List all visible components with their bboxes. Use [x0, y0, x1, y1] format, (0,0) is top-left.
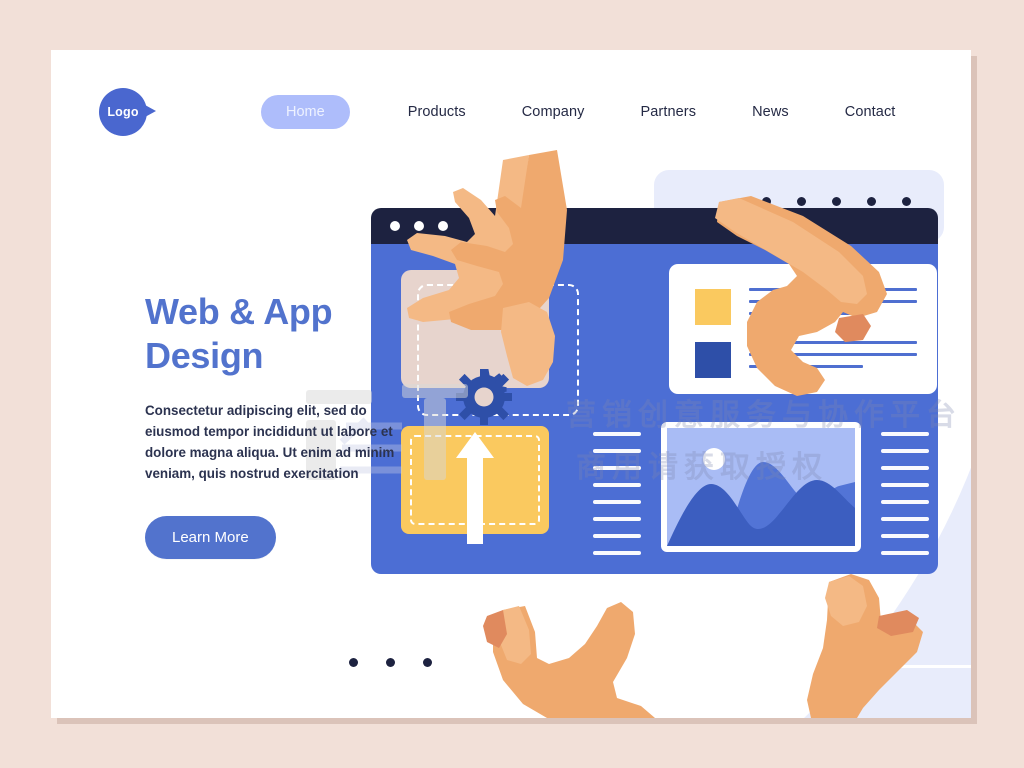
- text-line: [881, 483, 929, 487]
- text-line: [593, 432, 641, 436]
- page-title: Web & App Design: [145, 290, 395, 378]
- logo-badge[interactable]: Logo: [99, 88, 156, 136]
- top-navigation: Logo Home Products Company Partners News…: [51, 50, 971, 170]
- text-line: [593, 534, 641, 538]
- text-line: [593, 500, 641, 504]
- page-title-line1: Web & App: [145, 291, 333, 332]
- window-dot-minimize: [414, 221, 424, 231]
- text-line: [593, 551, 641, 555]
- nav-item-news[interactable]: News: [752, 104, 789, 120]
- text-line: [881, 466, 929, 470]
- browser-titlebar: [371, 208, 938, 244]
- text-line: [749, 312, 864, 315]
- screenshot-root: Logo Home Products Company Partners News…: [0, 0, 1024, 768]
- nav-item-contact[interactable]: Contact: [845, 104, 896, 120]
- text-line: [881, 449, 929, 453]
- image-thumbnail: [667, 428, 855, 546]
- landing-page-card: Logo Home Products Company Partners News…: [51, 50, 971, 718]
- gear-icon: [456, 369, 512, 425]
- text-line: [881, 534, 929, 538]
- image-module: [661, 422, 861, 552]
- hero-copy: Web & App Design Consectetur adipiscing …: [145, 290, 395, 559]
- text-line: [749, 353, 917, 356]
- panel-dot: [902, 197, 911, 206]
- learn-more-button[interactable]: Learn More: [145, 516, 276, 559]
- text-line: [593, 449, 641, 453]
- text-line: [749, 288, 917, 291]
- panel-dot: [797, 197, 806, 206]
- window-dot-close: [390, 221, 400, 231]
- back-panel-dots: [762, 197, 911, 206]
- text-line: [749, 300, 917, 303]
- panel-dot: [762, 197, 771, 206]
- arrow-up-icon: [456, 432, 494, 544]
- window-dot-maximize: [438, 221, 448, 231]
- bottom-decoration-dots: [349, 658, 432, 667]
- text-line: [881, 517, 929, 521]
- page-title-line2: Design: [145, 335, 264, 376]
- content-card-module: [669, 264, 937, 394]
- panel-dot: [867, 197, 876, 206]
- text-lines-column-middle: [593, 432, 641, 568]
- nav-item-company[interactable]: Company: [522, 104, 585, 120]
- panel-dot: [832, 197, 841, 206]
- text-line: [881, 432, 929, 436]
- decoration-dot: [423, 658, 432, 667]
- nav-item-home[interactable]: Home: [261, 95, 350, 129]
- text-lines-column-right: [881, 432, 929, 568]
- browser-window-mockup: [371, 208, 938, 574]
- nav-links: Home Products Company Partners News Cont…: [261, 92, 951, 132]
- text-line: [881, 551, 929, 555]
- card-text-lines-bottom: [749, 341, 917, 377]
- nav-item-partners[interactable]: Partners: [640, 104, 696, 120]
- nav-item-products[interactable]: Products: [408, 104, 466, 120]
- decoration-dot: [386, 658, 395, 667]
- browser-viewport: [371, 244, 938, 574]
- text-line: [593, 466, 641, 470]
- text-line: [749, 341, 917, 344]
- text-line: [881, 500, 929, 504]
- window-control-dots: [390, 221, 448, 231]
- swatch-yellow: [695, 289, 731, 325]
- text-line: [593, 483, 641, 487]
- decoration-dot: [349, 658, 358, 667]
- text-line: [593, 517, 641, 521]
- swatch-blue: [695, 342, 731, 378]
- logo-label: Logo: [107, 105, 139, 119]
- card-text-lines-top: [749, 288, 917, 324]
- hero-description: Consectetur adipiscing elit, sed do eius…: [145, 403, 395, 481]
- text-line: [749, 365, 864, 368]
